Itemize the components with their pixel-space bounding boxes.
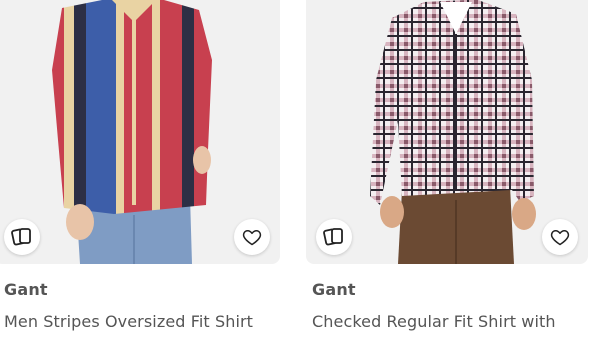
wishlist-button[interactable] — [542, 219, 578, 255]
product-brand[interactable]: Gant — [4, 280, 48, 299]
product-title[interactable]: Men Stripes Oversized Fit Shirt — [4, 312, 253, 331]
product-image[interactable] — [306, 0, 588, 264]
product-brand[interactable]: Gant — [312, 280, 356, 299]
compare-button[interactable] — [316, 219, 352, 255]
product-image[interactable] — [0, 0, 280, 264]
wishlist-button[interactable] — [234, 219, 270, 255]
compare-cards-icon — [11, 228, 31, 246]
product-card[interactable]: Gant Men Stripes Oversized Fit Shirt — [0, 0, 280, 331]
product-title[interactable]: Checked Regular Fit Shirt with — [312, 312, 556, 331]
compare-button[interactable] — [4, 219, 40, 255]
heart-icon — [242, 230, 262, 246]
product-card[interactable]: Gant Checked Regular Fit Shirt with — [306, 0, 588, 331]
heart-icon — [550, 230, 570, 246]
compare-cards-icon — [323, 228, 343, 246]
